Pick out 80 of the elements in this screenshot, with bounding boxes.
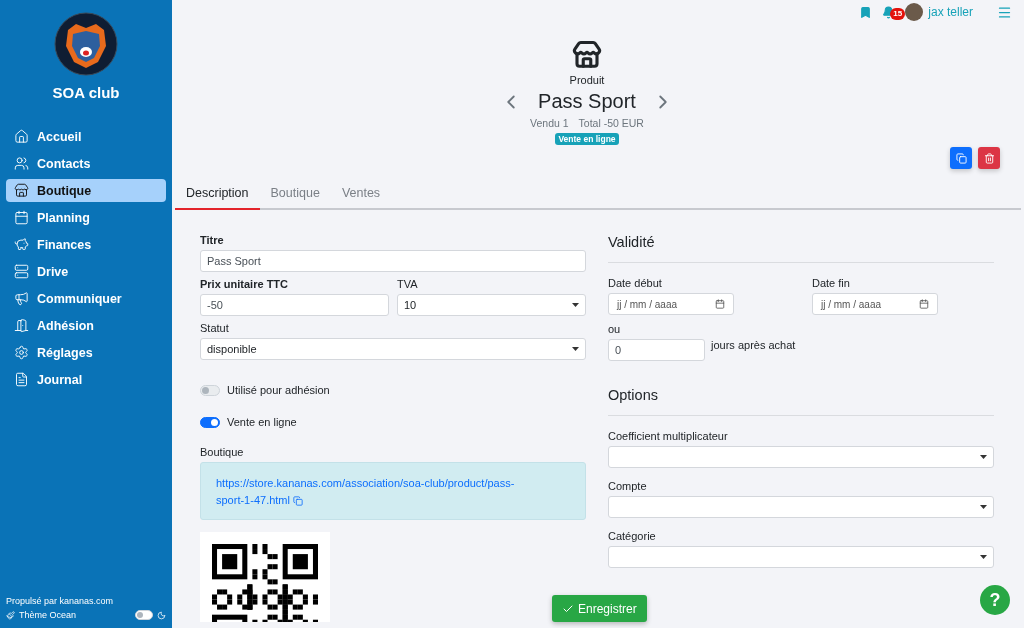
trash-icon [983,152,995,164]
settings-icon [14,345,29,360]
toggle-label: Utilisé pour adhésion [227,384,330,396]
calendar-icon [14,210,29,225]
field-label: Statut [200,322,230,334]
days-input[interactable]: 0 [608,339,705,361]
nav-item[interactable]: Communiquer [6,287,166,310]
house-icon [14,129,29,144]
copy-icon [955,152,967,164]
duplicate-button[interactable] [950,147,972,169]
tab[interactable]: Ventes [330,179,392,210]
or-label: ou [608,323,622,335]
product-stat: Total -50 EUR [578,117,644,129]
vat-select[interactable]: 10 [397,294,586,316]
toggle-label: Vente en ligne [227,416,297,428]
shop-icon [572,40,602,70]
caret-icon [980,505,987,509]
price-input[interactable]: -50 [200,294,389,316]
users-icon [14,156,29,171]
avatar-circle [905,3,924,21]
menu-icon[interactable] [997,4,1012,20]
bear-logo-drawing [54,12,118,76]
date-input[interactable]: jj / mm / aaaa [812,293,938,315]
powered-by-text: Propulsé par kananas.com [6,596,115,606]
document-icon [14,372,29,387]
caret-icon [572,303,579,307]
field-label: Compte [608,480,648,492]
status-badge: Vente en ligne [555,133,619,145]
nav-item[interactable]: Boutique [6,179,166,202]
field-label: Coefficient multiplicateur [608,430,729,442]
field-label: Prix unitaire TTC [200,278,290,290]
paint-roller-icon [6,610,15,620]
section-heading: Options [608,387,994,416]
tab[interactable]: Description [175,179,260,210]
nav-item[interactable]: Finances [6,233,166,256]
nav-item[interactable]: Adhésion [6,314,166,337]
notification-badge: 15 [890,7,906,20]
nav-item[interactable]: Réglages [6,341,166,364]
field-label: Date début [608,277,663,289]
club-name: SOA club [52,84,120,101]
date-input[interactable]: jj / mm / aaaa [608,293,734,315]
theme-label: Thème Ocean [19,610,77,620]
caret-icon [980,455,987,459]
field-label: TVA [397,278,419,290]
bookmark-icon[interactable] [859,5,873,19]
shop-icon [14,183,29,198]
caret-icon [572,347,579,351]
help-button[interactable]: ? [980,585,1010,615]
calendar-icon [715,299,725,309]
dark-mode-toggle[interactable] [135,610,153,620]
field-label: Catégorie [608,530,657,542]
product-kind-label: Produit [569,74,605,86]
status-select[interactable]: disponible [200,338,586,360]
nav-item[interactable]: Accueil [6,125,166,148]
nav-item[interactable]: Drive [6,260,166,283]
delete-button[interactable] [978,147,1000,169]
caret-icon [980,555,987,559]
shop-link[interactable]: https://store.kananas.com/association/soa-club/product/pass-sport-1-47.html [216,475,525,510]
field-label: Titre [200,234,225,246]
product-stat: Vendu 1 [530,117,569,129]
calendar-icon [919,299,929,309]
field-label: Date fin [812,277,851,289]
nav-item[interactable]: Journal [6,368,166,391]
days-suffix: jours après achat [711,339,796,351]
nav-item[interactable]: Contacts [6,152,166,175]
user-menu[interactable]: jax teller [905,3,973,21]
piggy-bank-icon [14,237,29,252]
field-label: Boutique [200,446,245,458]
product-title: Pass Sport [538,90,636,113]
nav-item[interactable]: Planning [6,206,166,229]
moon-icon [157,610,166,620]
copy-icon[interactable] [293,496,304,507]
section-heading: Validité [608,234,994,263]
tab[interactable]: Boutique [259,179,331,210]
server-icon [14,264,29,279]
toggle-switch[interactable] [200,416,220,428]
megaphone-icon [14,291,29,306]
save-button[interactable]: Enregistrer [552,595,647,622]
door-icon [14,318,29,333]
title-input[interactable]: Pass Sport [200,250,586,272]
